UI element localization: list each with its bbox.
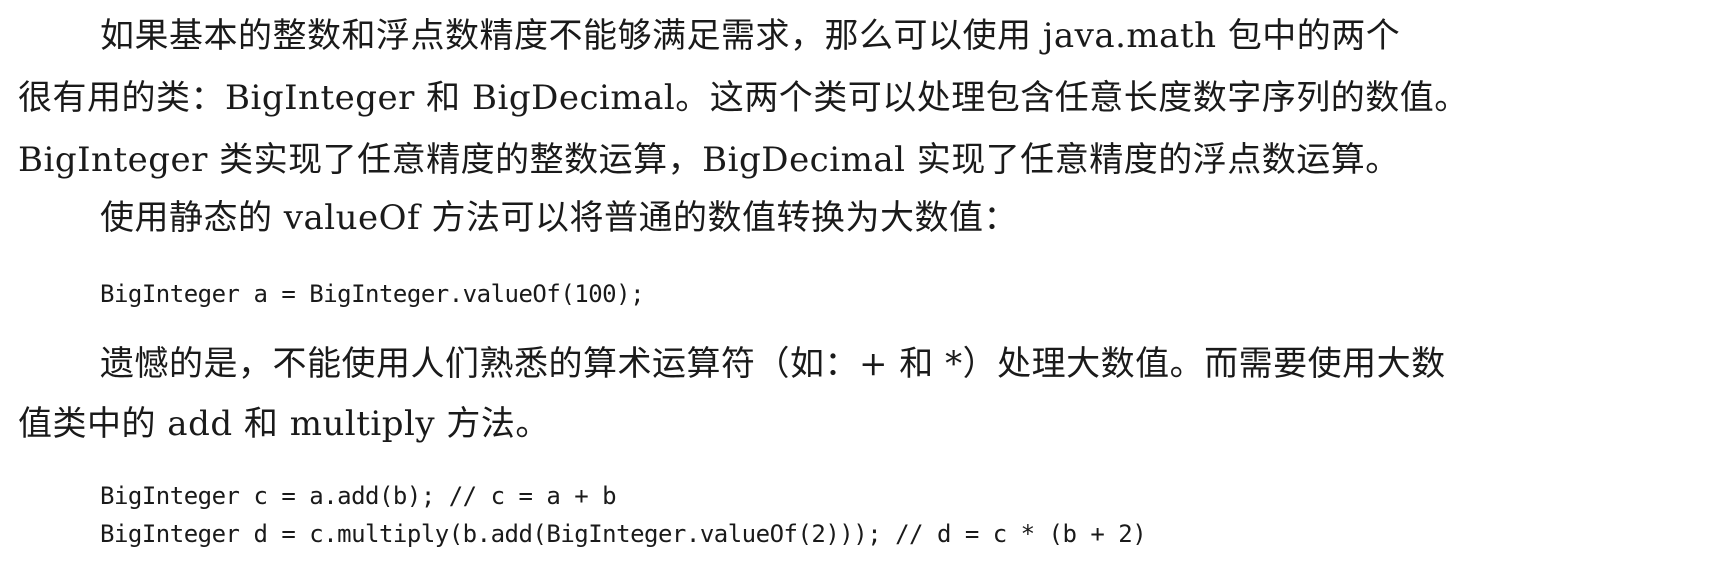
paragraph-line: 遗憾的是，不能使用人们熟悉的算术运算符（如：+ 和 *）处理大数值。而需要使用大…	[100, 344, 1446, 384]
paragraph-line: 如果基本的整数和浮点数精度不能够满足需求，那么可以使用 java.math 包中…	[100, 16, 1401, 56]
code-line: BigInteger c = a.add(b); // c = a + b	[100, 482, 617, 510]
paragraph-line: 值类中的 add 和 multiply 方法。	[18, 404, 550, 444]
paragraph-line: BigInteger 类实现了任意精度的整数运算，BigDecimal 实现了任…	[18, 140, 1400, 180]
code-line: BigInteger d = c.multiply(b.add(BigInteg…	[100, 520, 1147, 548]
paragraph-line: 使用静态的 valueOf 方法可以将普通的数值转换为大数值：	[100, 198, 1018, 238]
code-line: BigInteger a = BigInteger.valueOf(100);	[100, 280, 645, 308]
paragraph-line: 很有用的类：BigInteger 和 BigDecimal。这两个类可以处理包含…	[18, 78, 1469, 118]
document-page: 如果基本的整数和浮点数精度不能够满足需求，那么可以使用 java.math 包中…	[0, 0, 1732, 582]
